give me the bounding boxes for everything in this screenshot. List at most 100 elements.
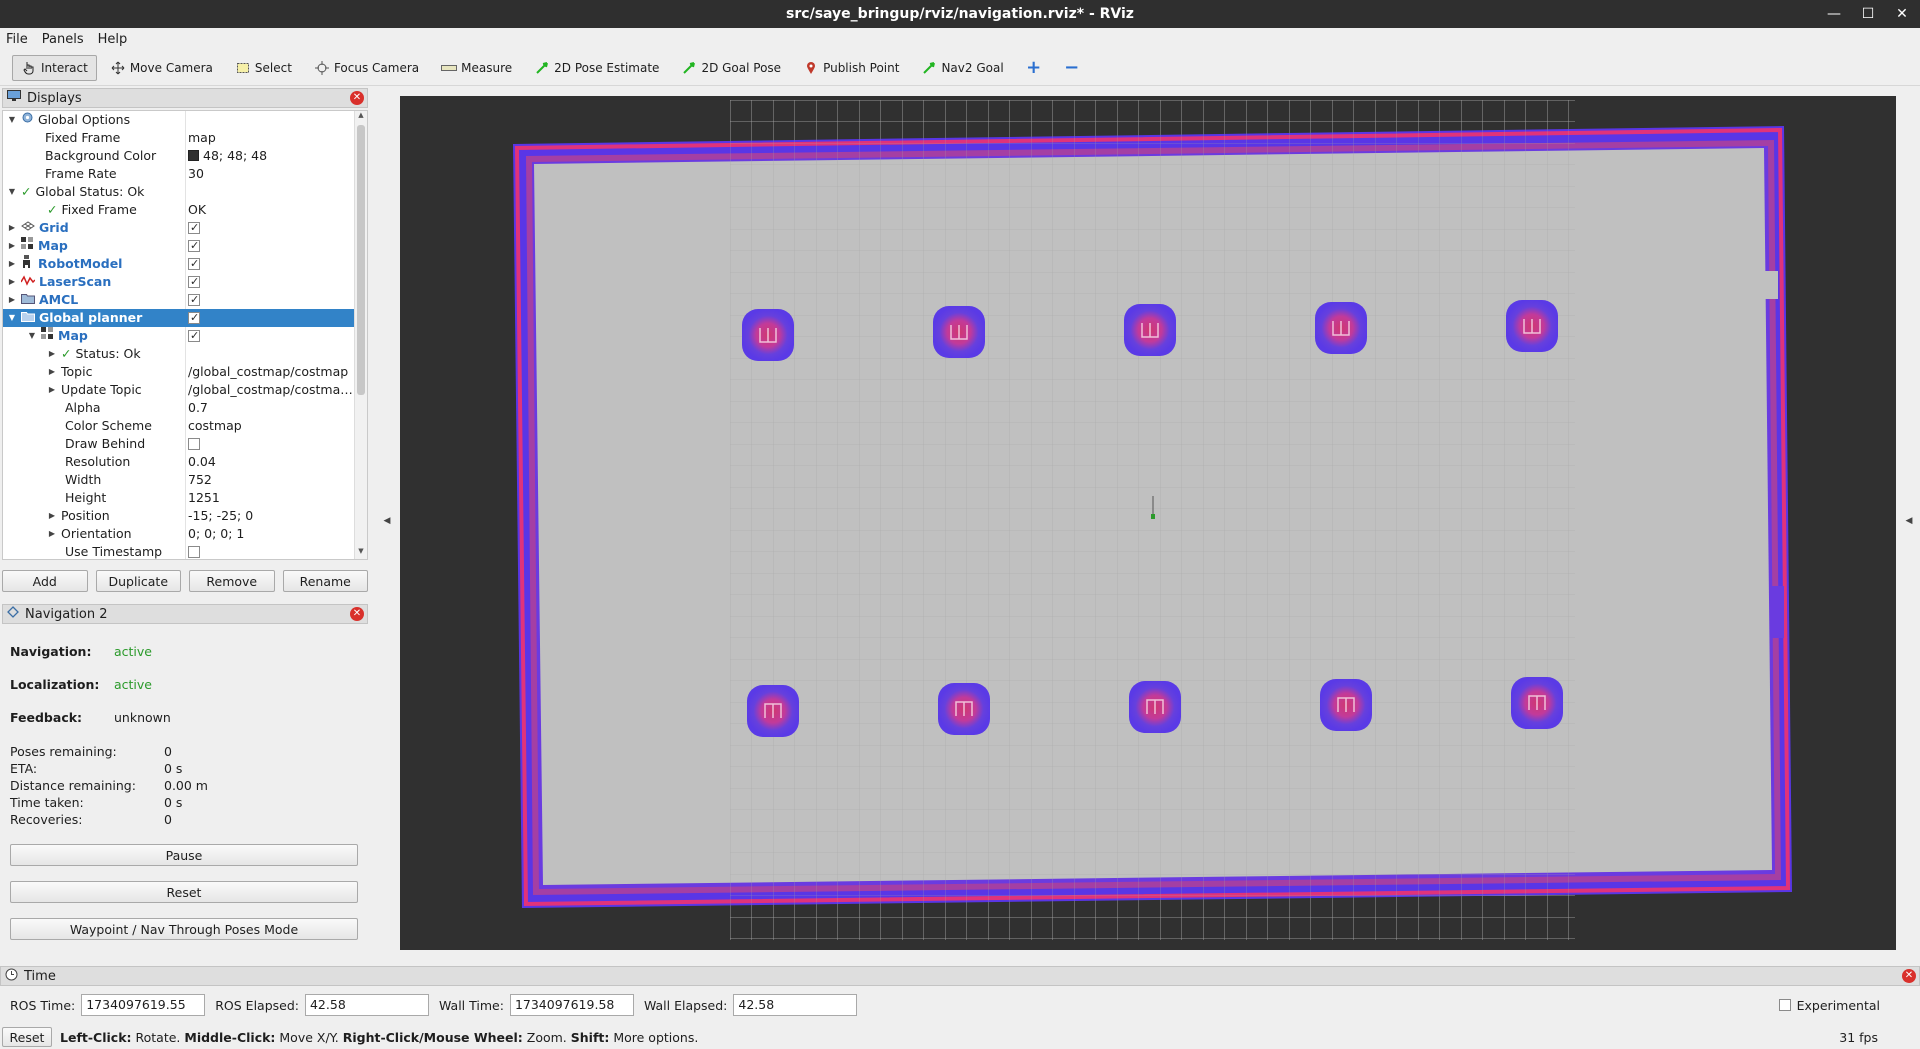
wall-elapsed-field[interactable]: 42.58 <box>733 994 858 1016</box>
draw-behind-checkbox[interactable] <box>188 438 200 450</box>
amcl-checkbox[interactable] <box>188 291 200 309</box>
tree-row-position[interactable]: ▶ Position -15; -25; 0 <box>3 507 367 525</box>
tree-row-laser-scan[interactable]: ▶ LaserScan <box>3 273 367 291</box>
collapse-arrow-icon[interactable]: ▶ <box>7 273 17 291</box>
maximize-icon[interactable]: ☐ <box>1858 4 1878 24</box>
gp-map-label: Map <box>58 328 88 343</box>
tree-row-gp-map[interactable]: ▼ Map <box>3 327 367 345</box>
tree-row-background-color[interactable]: Background Color 48; 48; 48 <box>3 147 367 165</box>
tree-row-gp-status[interactable]: ▶ ✓ Status: Ok <box>3 345 367 363</box>
close-window-icon[interactable]: ✕ <box>1892 4 1912 24</box>
remove-tool-button[interactable]: − <box>1055 55 1089 81</box>
tree-row-height[interactable]: Height 1251 <box>3 489 367 507</box>
tree-row-draw-behind[interactable]: Draw Behind <box>3 435 367 453</box>
tree-row-global-planner[interactable]: ▼ Global planner <box>3 309 367 327</box>
goal-pose-tool[interactable]: 2D Goal Pose <box>672 55 790 81</box>
gp-map-checkbox[interactable] <box>188 327 200 345</box>
minimize-icon[interactable]: — <box>1824 4 1844 24</box>
tree-row-frame-rate[interactable]: Frame Rate 30 <box>3 165 367 183</box>
menu-file[interactable]: File <box>6 32 28 47</box>
tree-row-width[interactable]: Width 752 <box>3 471 367 489</box>
update-topic-value[interactable]: /global_costmap/costmap_... <box>188 381 356 399</box>
tree-row-topic[interactable]: ▶ Topic /global_costmap/costmap <box>3 363 367 381</box>
topic-value[interactable]: /global_costmap/costmap <box>188 363 356 381</box>
collapse-right-dock-icon[interactable]: ◀ <box>1898 90 1920 952</box>
scroll-down-icon[interactable]: ▼ <box>355 547 367 559</box>
frame-rate-value[interactable]: 30 <box>188 165 356 183</box>
collapse-arrow-icon[interactable]: ▶ <box>7 219 17 237</box>
tree-row-fixed-frame[interactable]: Fixed Frame map <box>3 129 367 147</box>
collapse-arrow-icon[interactable]: ▶ <box>47 381 57 399</box>
tree-row-amcl[interactable]: ▶ AMCL <box>3 291 367 309</box>
grid-overlay <box>730 100 1575 940</box>
expand-arrow-icon[interactable]: ▼ <box>7 183 17 201</box>
focus-camera-tool[interactable]: Focus Camera <box>305 55 428 81</box>
displays-scrollbar[interactable]: ▲ ▼ <box>354 111 367 559</box>
close-time-icon[interactable]: ✕ <box>1902 969 1916 983</box>
collapse-arrow-icon[interactable]: ▶ <box>47 363 57 381</box>
grid-checkbox[interactable] <box>188 219 200 237</box>
close-navigation-icon[interactable]: ✕ <box>350 607 364 621</box>
color-scheme-value[interactable]: costmap <box>188 417 356 435</box>
tree-row-orientation[interactable]: ▶ Orientation 0; 0; 0; 1 <box>3 525 367 543</box>
ros-elapsed-field[interactable]: 42.58 <box>304 994 429 1016</box>
fixed-frame-value[interactable]: map <box>188 129 356 147</box>
expand-arrow-icon[interactable]: ▼ <box>27 327 37 345</box>
tree-row-global-status[interactable]: ▼ ✓ Global Status: Ok <box>3 183 367 201</box>
collapse-arrow-icon[interactable]: ▶ <box>47 525 57 543</box>
collapse-left-dock-icon[interactable]: ◀ <box>376 90 398 952</box>
status-reset-button[interactable]: Reset <box>2 1027 52 1047</box>
expand-arrow-icon[interactable]: ▼ <box>7 111 17 129</box>
collapse-arrow-icon[interactable]: ▶ <box>47 507 57 525</box>
scroll-thumb[interactable] <box>357 125 365 395</box>
rename-display-button[interactable]: Rename <box>282 570 368 592</box>
folder-icon <box>21 309 35 327</box>
scroll-up-icon[interactable]: ▲ <box>355 111 367 123</box>
collapse-arrow-icon[interactable]: ▶ <box>47 345 57 363</box>
add-display-button[interactable]: Add <box>2 570 88 592</box>
tree-row-alpha[interactable]: Alpha 0.7 <box>3 399 367 417</box>
tree-row-use-timestamp[interactable]: Use Timestamp <box>3 543 367 559</box>
alpha-value[interactable]: 0.7 <box>188 399 356 417</box>
tree-row-update-topic[interactable]: ▶ Update Topic /global_costmap/costmap_.… <box>3 381 367 399</box>
experimental-checkbox[interactable] <box>1778 999 1791 1011</box>
map-checkbox[interactable] <box>188 237 200 255</box>
interact-tool[interactable]: Interact <box>12 54 97 81</box>
add-tool-button[interactable]: + <box>1017 55 1051 81</box>
menu-panels[interactable]: Panels <box>42 32 84 47</box>
menu-help[interactable]: Help <box>98 32 128 47</box>
tree-row-map[interactable]: ▶ Map <box>3 237 367 255</box>
collapse-arrow-icon[interactable]: ▶ <box>7 237 17 255</box>
move-camera-tool[interactable]: Move Camera <box>101 55 222 81</box>
measure-tool[interactable]: Measure <box>432 55 521 81</box>
ros-time-field[interactable]: 1734097619.55 <box>81 994 206 1016</box>
duplicate-display-button[interactable]: Duplicate <box>95 570 181 592</box>
pose-estimate-tool[interactable]: 2D Pose Estimate <box>525 55 668 81</box>
remove-display-button[interactable]: Remove <box>189 570 275 592</box>
pause-button[interactable]: Pause <box>10 844 358 866</box>
collapse-arrow-icon[interactable]: ▶ <box>7 291 17 309</box>
nav2-goal-tool[interactable]: Nav2 Goal <box>912 55 1012 81</box>
tree-row-color-scheme[interactable]: Color Scheme costmap <box>3 417 367 435</box>
tree-row-grid[interactable]: ▶ Grid <box>3 219 367 237</box>
tree-row-robot-model[interactable]: ▶ RobotModel <box>3 255 367 273</box>
tree-row-status-fixed-frame[interactable]: ✓ Fixed Frame OK <box>3 201 367 219</box>
expand-arrow-icon[interactable]: ▼ <box>7 309 17 327</box>
collapse-arrow-icon[interactable]: ▶ <box>7 255 17 273</box>
laser-scan-checkbox[interactable] <box>188 273 200 291</box>
render-viewport[interactable] <box>400 96 1896 950</box>
robot-model-checkbox[interactable] <box>188 255 200 273</box>
global-planner-checkbox[interactable] <box>188 309 200 327</box>
use-timestamp-checkbox[interactable] <box>188 546 200 558</box>
publish-point-tool[interactable]: Publish Point <box>794 55 908 81</box>
close-displays-icon[interactable]: ✕ <box>350 91 364 105</box>
tree-row-global-options[interactable]: ▼ Global Options <box>3 111 367 129</box>
nav-reset-button[interactable]: Reset <box>10 881 358 903</box>
displays-tree[interactable]: ▼ Global Options Fixed Frame map Backgro… <box>2 110 368 560</box>
select-box-icon <box>235 60 251 76</box>
wall-time-field[interactable]: 1734097619.58 <box>509 994 634 1016</box>
select-tool[interactable]: Select <box>226 55 301 81</box>
crosshair-icon <box>314 60 330 76</box>
tree-row-resolution[interactable]: Resolution 0.04 <box>3 453 367 471</box>
waypoint-mode-button[interactable]: Waypoint / Nav Through Poses Mode <box>10 918 358 940</box>
